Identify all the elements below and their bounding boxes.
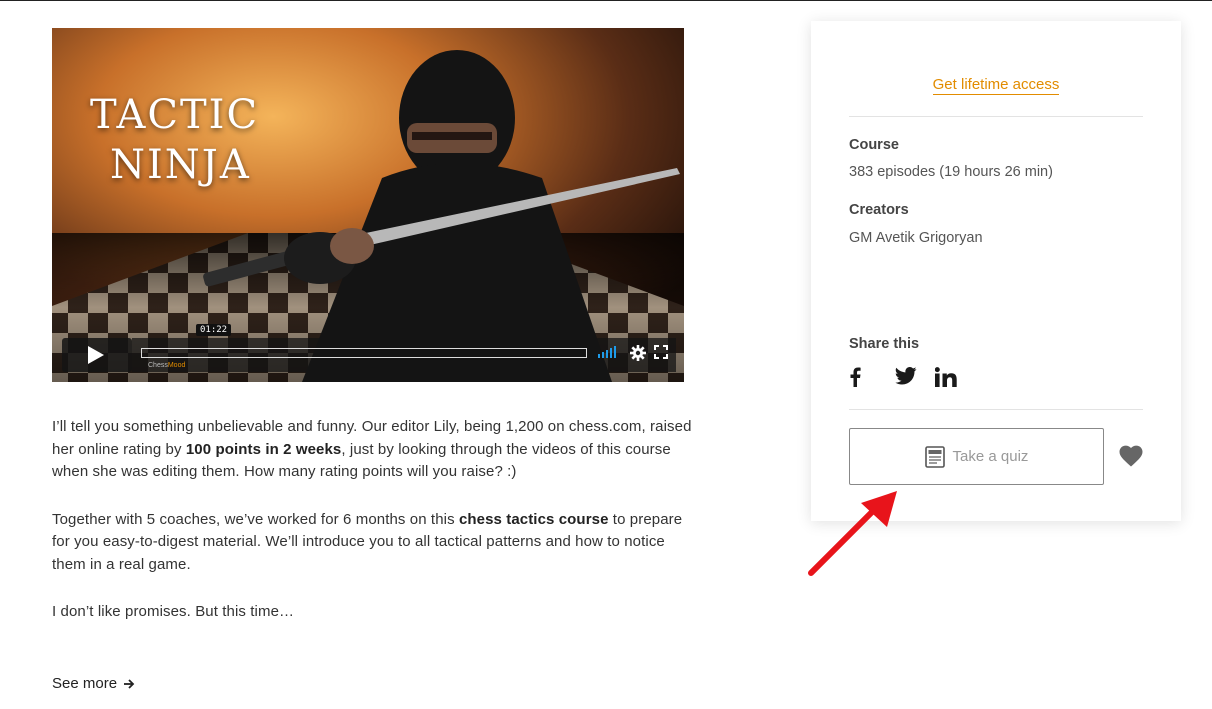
video-thumbnail: [52, 28, 684, 382]
video-player[interactable]: TACTIC NINJA 01:22 ChessMood: [52, 28, 684, 382]
fullscreen-icon[interactable]: [654, 345, 668, 359]
take-quiz-label: Take a quiz: [952, 448, 1029, 465]
course-label: Course: [849, 137, 899, 153]
arrow-right-icon: [124, 678, 135, 689]
creators-label: Creators: [849, 202, 909, 218]
video-controls: 01:22 ChessMood: [60, 324, 684, 372]
brand-suffix: Mood: [167, 362, 186, 369]
course-description: I’ll tell you something unbelievable and…: [52, 416, 692, 649]
settings-gear-icon[interactable]: [630, 345, 646, 361]
video-title-overlay: TACTIC NINJA: [90, 90, 259, 190]
divider: [849, 116, 1143, 117]
top-rule: [0, 0, 1212, 1]
course-info-card: Get lifetime access Course 383 episodes …: [811, 21, 1181, 521]
creators-value: GM Avetik Grigoryan: [849, 230, 983, 246]
video-brand-watermark: ChessMood: [148, 362, 185, 369]
description-paragraph-1: I’ll tell you something unbelievable and…: [52, 416, 692, 484]
video-title-line2: NINJA: [110, 142, 251, 188]
time-tooltip: 01:22: [196, 324, 232, 336]
see-more-link[interactable]: See more: [52, 675, 135, 692]
volume-icon[interactable]: [598, 346, 620, 358]
facebook-icon[interactable]: [849, 367, 895, 392]
p2-text-a: Together with 5 coaches, we’ve worked fo…: [52, 510, 459, 528]
favorite-heart-icon[interactable]: [1119, 445, 1143, 467]
p1-bold: 100 points in 2 weeks: [185, 440, 342, 458]
p2-bold: chess tactics course: [458, 510, 609, 528]
progress-bar[interactable]: [141, 348, 587, 358]
quiz-document-icon: [924, 445, 945, 468]
course-value: 383 episodes (19 hours 26 min): [849, 164, 1053, 180]
control-bar: 01:22 ChessMood: [132, 324, 676, 372]
linkedin-icon[interactable]: [934, 367, 965, 392]
divider: [849, 409, 1143, 410]
play-button[interactable]: [62, 338, 132, 372]
brand-prefix: Chess: [148, 362, 168, 369]
share-label: Share this: [849, 336, 920, 352]
access-link-row: Get lifetime access: [811, 76, 1181, 95]
twitter-icon[interactable]: [895, 367, 935, 392]
take-quiz-button[interactable]: Take a quiz: [849, 428, 1104, 485]
get-lifetime-access-link[interactable]: Get lifetime access: [932, 76, 1060, 95]
description-paragraph-3: I don’t like promises. But this time…: [52, 603, 295, 620]
see-more-label: See more: [52, 675, 118, 692]
video-title-line1: TACTIC: [90, 92, 260, 138]
description-paragraph-2: Together with 5 coaches, we’ve worked fo…: [52, 509, 692, 577]
social-share-icons: [849, 367, 965, 392]
play-icon: [88, 346, 104, 364]
